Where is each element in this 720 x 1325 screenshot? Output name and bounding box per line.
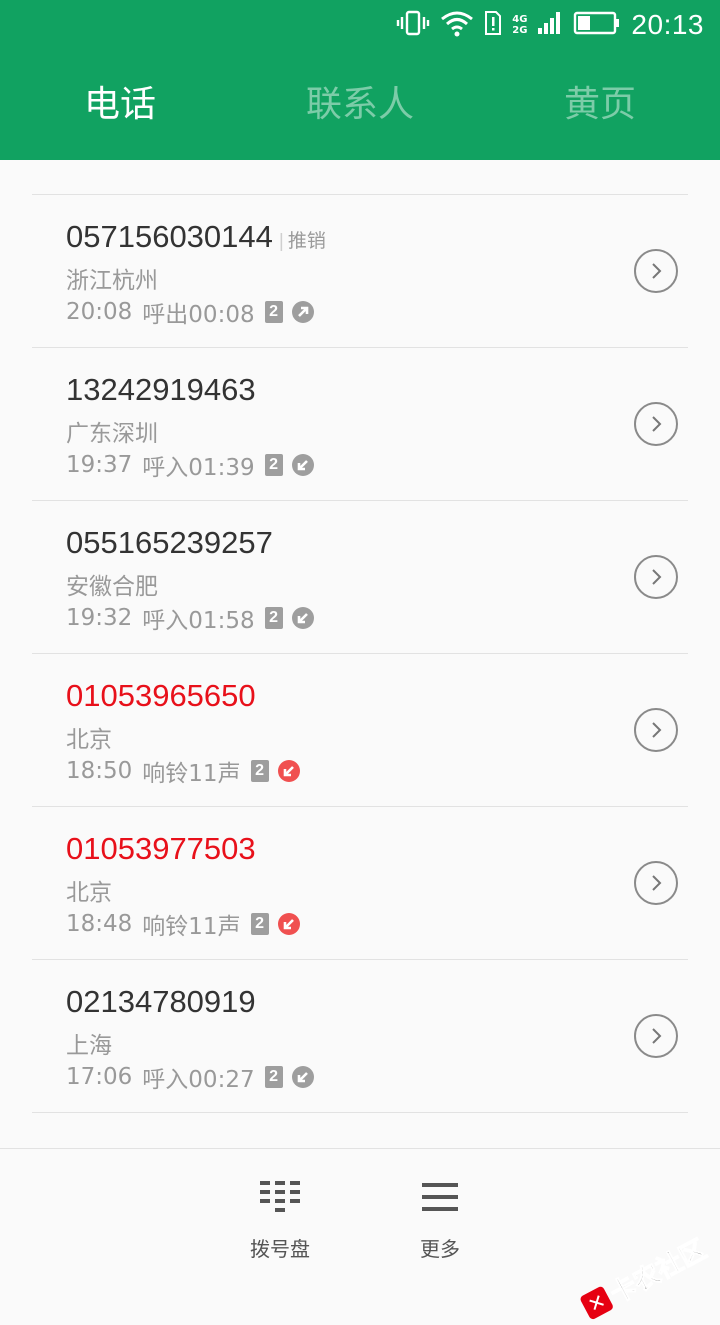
call-location: 浙江杭州 [66, 261, 158, 295]
call-location: 广东深圳 [66, 414, 158, 448]
call-details-button[interactable] [634, 249, 678, 293]
status-bar: 4G 2G 20:13 [0, 0, 720, 50]
more-button[interactable]: 更多 [380, 1179, 500, 1262]
sim-2-icon: 2 [265, 607, 283, 629]
call-status: 呼出00:08 [142, 295, 254, 329]
call-status: 呼入00:27 [142, 1060, 254, 1094]
call-details-button[interactable] [634, 708, 678, 752]
call-status: 呼入01:39 [142, 448, 254, 482]
chevron-right-icon [648, 261, 664, 281]
call-number: 055165239257 [66, 525, 273, 561]
call-status: 响铃11声 [142, 907, 240, 941]
menu-icon [420, 1179, 460, 1219]
call-location: 上海 [66, 1026, 112, 1060]
call-location: 安徽合肥 [66, 567, 158, 601]
tab-phone[interactable]: 电话 [0, 50, 240, 160]
status-time: 20:13 [631, 9, 704, 41]
bottom-bar: 拨号盘 更多 [0, 1148, 720, 1281]
call-tag: |推销 [279, 231, 326, 252]
missed-call-icon [277, 759, 301, 783]
call-log-list[interactable]: 057156030144 |推销 浙江杭州 20:08 呼出00:08 2 132… [0, 160, 720, 1148]
call-log-row[interactable]: 01053965650 北京 18:50 响铃11声 2 [32, 653, 688, 806]
call-time: 19:32 [66, 605, 132, 631]
vibrate-icon [396, 9, 430, 41]
call-details-button[interactable] [634, 1014, 678, 1058]
incoming-call-icon [291, 606, 315, 630]
call-detail: 19:37 呼入01:39 2 [66, 448, 315, 482]
sim-2-icon: 2 [251, 913, 269, 935]
call-detail: 19:32 呼入01:58 2 [66, 601, 315, 635]
tab-yellow-pages[interactable]: 黄页 [480, 50, 720, 160]
sim-2-icon: 2 [251, 760, 269, 782]
sim-2-icon: 2 [265, 301, 283, 323]
signal-icon [537, 10, 563, 40]
incoming-call-icon [291, 1065, 315, 1089]
call-time: 18:50 [66, 758, 132, 784]
network-type-bottom: 2G [512, 25, 527, 36]
call-log-row[interactable]: 13242919463 广东深圳 19:37 呼入01:39 2 [32, 347, 688, 500]
network-type: 4G 2G [512, 14, 527, 36]
call-detail: 18:48 响铃11声 2 [66, 907, 301, 941]
call-tag-text: 推销 [288, 231, 326, 252]
chevron-right-icon [648, 873, 664, 893]
chevron-right-icon [648, 720, 664, 740]
call-number: 13242919463 [66, 372, 256, 408]
tab-bar: 电话 联系人 黄页 [0, 50, 720, 160]
tab-contacts[interactable]: 联系人 [240, 50, 480, 160]
call-log-row[interactable]: 055165239257 安徽合肥 19:32 呼入01:58 2 [32, 500, 688, 653]
call-number: 02134780919 [66, 984, 256, 1020]
call-number: 057156030144 |推销 [66, 219, 326, 255]
call-status: 呼入01:58 [142, 601, 254, 635]
status-icons: 4G 2G 20:13 [396, 0, 720, 50]
call-time: 17:06 [66, 1064, 132, 1090]
incoming-call-icon [291, 453, 315, 477]
chevron-right-icon [648, 414, 664, 434]
call-number: 01053965650 [66, 678, 256, 714]
sim-2-icon: 2 [265, 454, 283, 476]
call-details-button[interactable] [634, 861, 678, 905]
call-log-row[interactable]: 01053977503 北京 18:48 响铃11声 2 [32, 806, 688, 959]
call-detail: 20:08 呼出00:08 2 [66, 295, 315, 329]
call-details-button[interactable] [634, 402, 678, 446]
more-label: 更多 [420, 1233, 460, 1262]
sim-2-icon: 2 [265, 1066, 283, 1088]
call-number-text: 057156030144 [66, 219, 273, 254]
call-detail: 17:06 呼入00:27 2 [66, 1060, 315, 1094]
wifi-icon [440, 9, 474, 41]
call-log-row[interactable]: 02134780919 上海 17:06 呼入00:27 2 [32, 959, 688, 1112]
call-details-button[interactable] [634, 555, 678, 599]
call-location: 北京 [66, 720, 112, 754]
call-time: 18:48 [66, 911, 132, 937]
call-status: 响铃11声 [142, 754, 240, 788]
call-log-row-partial[interactable] [32, 160, 688, 195]
dialpad-button[interactable]: 拨号盘 [220, 1179, 340, 1262]
dialpad-icon [258, 1179, 302, 1219]
network-type-top: 4G [512, 14, 527, 25]
call-time: 19:37 [66, 452, 132, 478]
call-detail: 18:50 响铃11声 2 [66, 754, 301, 788]
call-location: 北京 [66, 873, 112, 907]
outgoing-call-icon [291, 300, 315, 324]
call-number: 01053977503 [66, 831, 256, 867]
call-time: 20:08 [66, 299, 132, 325]
call-log-row-partial[interactable] [32, 1112, 688, 1148]
missed-call-icon [277, 912, 301, 936]
chevron-right-icon [648, 1026, 664, 1046]
dialpad-label: 拨号盘 [250, 1233, 310, 1262]
sim-alert-icon [484, 10, 502, 40]
battery-icon [573, 10, 621, 40]
call-log-row[interactable]: 057156030144 |推销 浙江杭州 20:08 呼出00:08 2 [32, 194, 688, 347]
chevron-right-icon [648, 567, 664, 587]
